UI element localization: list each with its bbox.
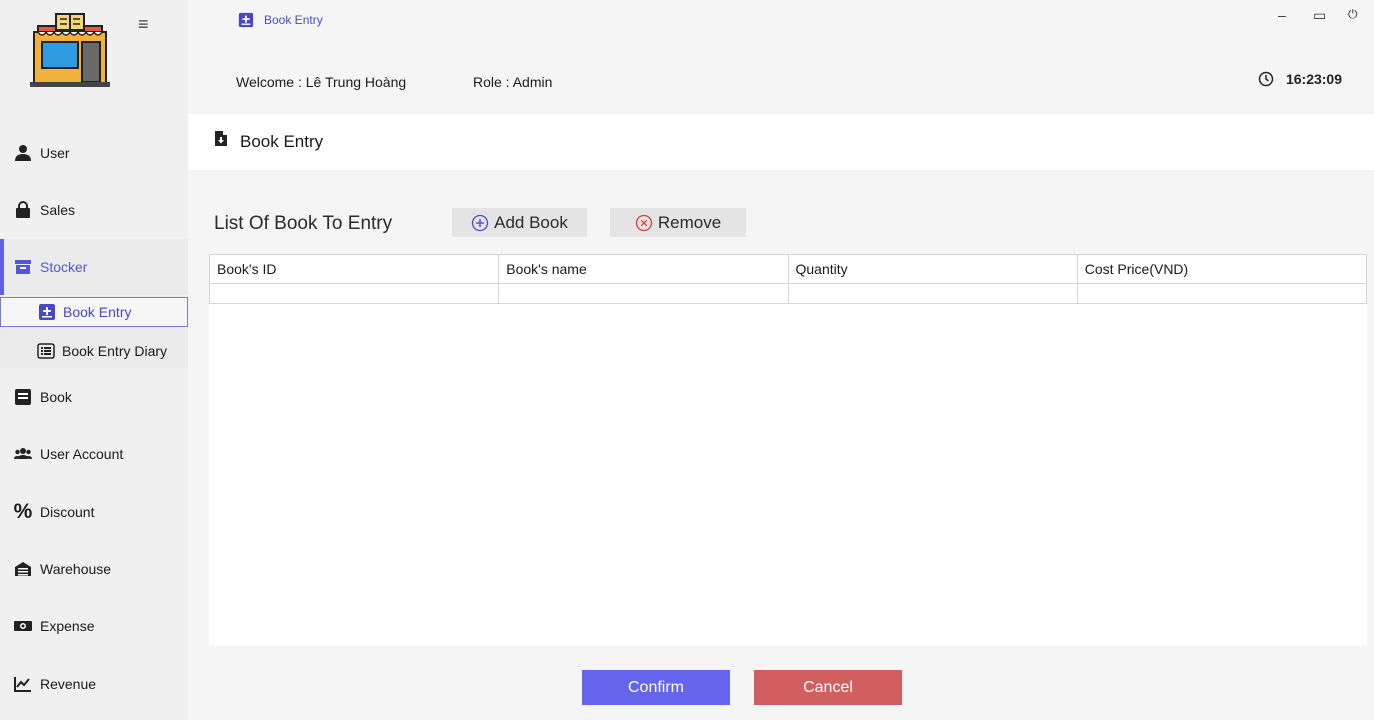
user-icon bbox=[13, 143, 33, 163]
table-header-row: Book's ID Book's name Quantity Cost Pric… bbox=[208, 254, 1368, 284]
sidebar-item-label: Expense bbox=[40, 618, 95, 634]
sidebar-item-stocker[interactable]: Stocker bbox=[0, 239, 188, 295]
clock-time: 16:23:09 bbox=[1285, 71, 1342, 87]
sidebar-item-label: Revenue bbox=[40, 676, 97, 692]
tab-book-entry[interactable]: Book Entry bbox=[238, 12, 323, 28]
sidebar-item-label: Stocker bbox=[40, 259, 88, 275]
book-entry-table: Book's ID Book's name Quantity Cost Pric… bbox=[208, 254, 1368, 646]
table-cell[interactable] bbox=[787, 283, 1078, 304]
remove-button[interactable]: Remove bbox=[610, 208, 746, 237]
sidebar-subitem-book-entry-diary[interactable]: Book Entry Diary bbox=[0, 336, 188, 366]
sidebar-item-label: Book bbox=[40, 389, 72, 405]
plus-circle-icon bbox=[471, 214, 489, 232]
users-icon bbox=[13, 444, 33, 464]
warehouse-icon bbox=[13, 559, 33, 579]
table-cell[interactable] bbox=[498, 283, 789, 304]
archive-icon bbox=[13, 257, 33, 277]
sidebar-item-label: Sales bbox=[40, 202, 76, 218]
power-icon[interactable]: ⏻ bbox=[1348, 8, 1358, 20]
table-cell[interactable] bbox=[208, 283, 500, 304]
money-icon bbox=[13, 616, 33, 636]
role-text: Role : Admin bbox=[473, 74, 553, 90]
close-circle-icon bbox=[635, 214, 653, 232]
cancel-button[interactable]: Cancel bbox=[754, 670, 902, 705]
book-icon bbox=[13, 387, 33, 407]
page-title: Book Entry bbox=[240, 132, 324, 151]
add-book-button[interactable]: Add Book bbox=[452, 208, 587, 237]
book-plus-icon bbox=[38, 303, 56, 321]
sidebar-item-expense[interactable]: Expense bbox=[0, 598, 188, 654]
sidebar-item-discount[interactable]: % Discount bbox=[0, 484, 188, 540]
chart-line-icon bbox=[13, 674, 33, 694]
list-icon bbox=[37, 342, 55, 360]
sidebar-item-warehouse[interactable]: Warehouse bbox=[0, 541, 188, 597]
header: Book Entry Welcome : Lê Trung Hoàng Role… bbox=[188, 0, 1374, 114]
maximize-icon[interactable]: ▭ bbox=[1313, 8, 1326, 22]
page-title-bar: Book Entry bbox=[188, 114, 1374, 170]
sidebar-item-user[interactable]: User bbox=[0, 125, 188, 181]
sidebar-item-book[interactable]: Book bbox=[0, 369, 188, 425]
add-book-label: Add Book bbox=[494, 212, 568, 232]
percent-icon: % bbox=[13, 500, 33, 523]
table-cell[interactable] bbox=[1076, 283, 1368, 304]
clock: 16:23:09 bbox=[1258, 71, 1342, 87]
sidebar-subitem-book-entry[interactable]: Book Entry bbox=[0, 297, 188, 327]
column-header-cost-price[interactable]: Cost Price(VND) bbox=[1076, 254, 1368, 284]
book-plus-icon bbox=[238, 12, 254, 28]
column-header-book-name[interactable]: Book's name bbox=[498, 254, 789, 284]
column-header-book-id[interactable]: Book's ID bbox=[208, 254, 500, 284]
confirm-button[interactable]: Confirm bbox=[582, 670, 730, 705]
section-title: List Of Book To Entry bbox=[214, 213, 393, 234]
clock-icon bbox=[1258, 71, 1274, 87]
sidebar-item-label: Discount bbox=[40, 504, 95, 520]
tab-label: Book Entry bbox=[264, 13, 323, 27]
sidebar-item-revenue[interactable]: Revenue bbox=[0, 656, 188, 712]
column-header-quantity[interactable]: Quantity bbox=[787, 254, 1078, 284]
file-download-icon bbox=[214, 130, 228, 147]
bookstore-logo bbox=[30, 12, 110, 90]
minimize-icon[interactable]: – bbox=[1278, 8, 1286, 22]
welcome-text: Welcome : Lê Trung Hoàng bbox=[236, 74, 407, 90]
sidebar-item-label: User Account bbox=[40, 446, 124, 462]
table-row[interactable] bbox=[208, 283, 1368, 304]
remove-label: Remove bbox=[657, 212, 722, 232]
sidebar-subitem-label: Book Entry bbox=[63, 304, 132, 320]
sidebar: ≡ User Sales Stocker Book Entry Book Ent… bbox=[0, 0, 188, 720]
menu-toggle-icon[interactable]: ≡ bbox=[138, 15, 149, 33]
sidebar-item-user-account[interactable]: User Account bbox=[0, 426, 188, 482]
main-content: List Of Book To Entry Add Book Remove Bo… bbox=[188, 170, 1374, 720]
sidebar-item-label: User bbox=[40, 145, 70, 161]
sidebar-subitem-label: Book Entry Diary bbox=[62, 343, 168, 359]
sidebar-item-sales[interactable]: Sales bbox=[0, 182, 188, 238]
sidebar-item-label: Warehouse bbox=[40, 561, 112, 577]
shopping-bag-icon bbox=[13, 200, 33, 220]
